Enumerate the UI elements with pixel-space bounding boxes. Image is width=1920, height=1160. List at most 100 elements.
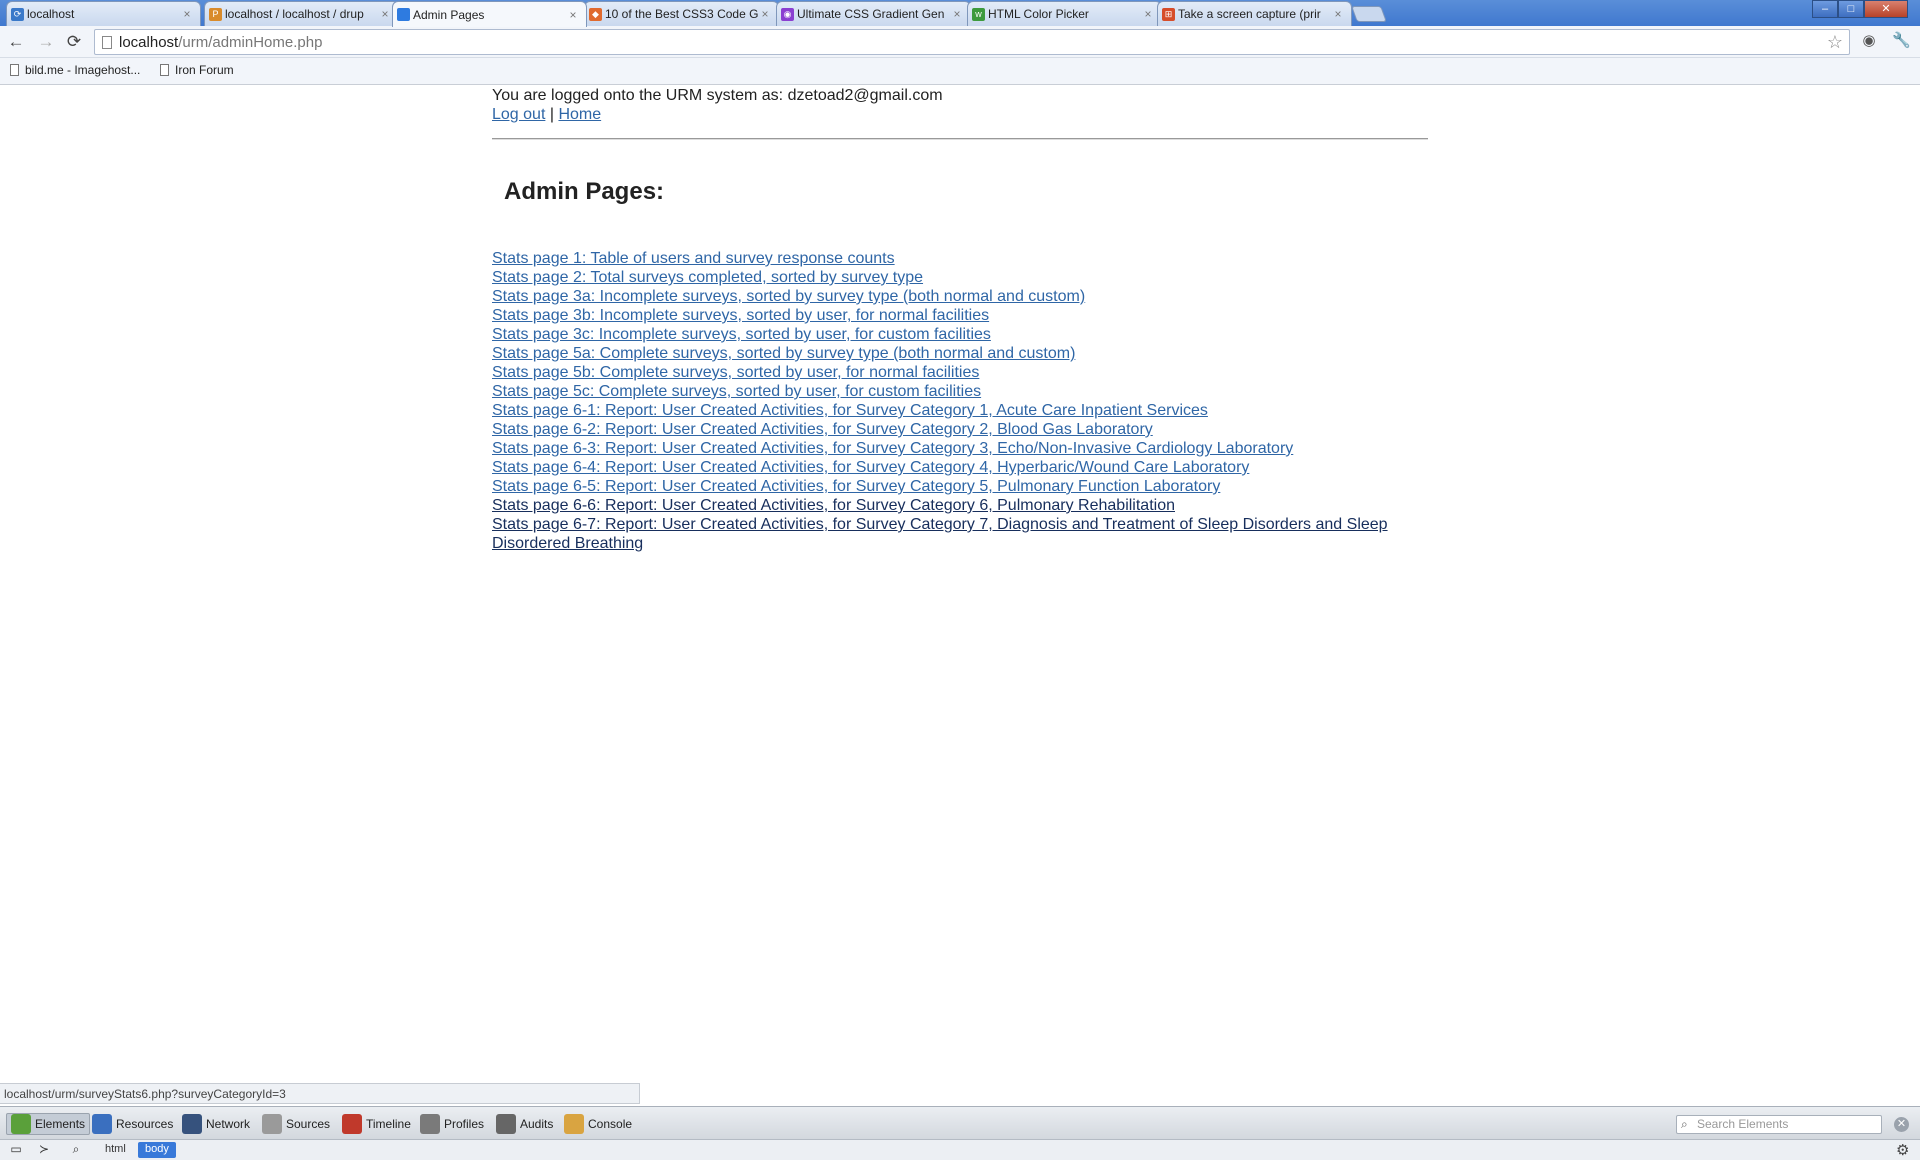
new-tab-button[interactable] xyxy=(1351,6,1387,22)
stats-page-link[interactable]: Stats page 3b: Incomplete surveys, sorte… xyxy=(492,307,989,324)
browser-tab[interactable]: ◉ Ultimate CSS Gradient Gen × xyxy=(776,1,971,26)
elements-panel-icon xyxy=(11,1114,31,1134)
stats-page-link[interactable]: Stats page 2: Total surveys completed, s… xyxy=(492,269,923,286)
browser-tab[interactable]: ⟳ localhost × xyxy=(6,1,201,26)
devtools-tab-label: Profiles xyxy=(444,1117,485,1131)
bookmark-iron-forum[interactable]: Iron Forum xyxy=(160,63,234,77)
tab-favicon-icon: w xyxy=(972,8,985,21)
url-host: localhost xyxy=(119,34,179,51)
breadcrumb-html[interactable]: html xyxy=(98,1142,133,1158)
login-status-text: You are logged onto the URM system as: d… xyxy=(492,87,943,104)
profiles-panel-icon xyxy=(420,1114,440,1134)
browser-tab[interactable]: Plocalhost / localhost / drup × xyxy=(204,1,399,26)
devtools-tab-elements[interactable]: Elements xyxy=(6,1113,91,1135)
list-item: Stats page 6-1: Report: User Created Act… xyxy=(492,401,1428,420)
tab-close-icon[interactable]: × xyxy=(378,7,392,21)
devtools-tab-label: Elements xyxy=(35,1117,86,1131)
stats-page-link[interactable]: Stats page 6-5: Report: User Created Act… xyxy=(492,478,1220,495)
list-item: Stats page 6-6: Report: User Created Act… xyxy=(492,496,1428,515)
devtools-tab-sources[interactable]: Sources xyxy=(258,1113,334,1135)
stats-page-link[interactable]: Stats page 5b: Complete surveys, sorted … xyxy=(492,364,979,381)
devtools-tab-label: Console xyxy=(588,1117,633,1131)
stats-page-link[interactable]: Stats page 6-3: Report: User Created Act… xyxy=(492,440,1293,457)
tab-title: Admin Pages xyxy=(413,7,485,22)
tab-close-icon[interactable]: × xyxy=(950,7,964,21)
devtools-tab-console[interactable]: Console xyxy=(560,1113,636,1135)
stats-page-link[interactable]: Stats page 5a: Complete surveys, sorted … xyxy=(492,345,1075,362)
bookmark-star-icon[interactable]: ☆ xyxy=(1827,32,1843,53)
home-link[interactable]: Home xyxy=(558,106,601,123)
link-separator: | xyxy=(549,106,554,123)
account-links: Log out | Home xyxy=(492,105,1428,124)
logout-link[interactable]: Log out xyxy=(492,106,545,123)
inspect-search-icon[interactable]: ⌕ xyxy=(68,1142,84,1158)
address-bar[interactable]: localhost/urm/adminHome.php ☆ xyxy=(94,29,1850,55)
close-devtools-icon[interactable]: ✕ xyxy=(1894,1117,1909,1132)
stats-page-link[interactable]: Stats page 5c: Complete surveys, sorted … xyxy=(492,383,981,400)
tab-close-icon[interactable]: × xyxy=(566,8,580,22)
list-item: Stats page 6-2: Report: User Created Act… xyxy=(492,420,1428,439)
devtools-tab-profiles[interactable]: Profiles xyxy=(416,1113,488,1135)
bookmark-label: bild.me - Imagehost... xyxy=(25,63,141,77)
stats-page-link[interactable]: Stats page 6-4: Report: User Created Act… xyxy=(492,459,1249,476)
devtools-tab-label: Network xyxy=(206,1117,251,1131)
page-title: Admin Pages: xyxy=(504,178,665,205)
forward-button[interactable]: → xyxy=(36,32,56,52)
tab-title: Take a screen capture (prir xyxy=(1178,7,1321,21)
wrench-menu-icon[interactable]: 🔧 xyxy=(1892,32,1911,50)
stats-page-link[interactable]: Stats page 6-1: Report: User Created Act… xyxy=(492,402,1208,419)
search-icon: ⌕ xyxy=(1681,1117,1688,1131)
devtools-tab-network[interactable]: Network xyxy=(178,1113,254,1135)
tab-close-icon[interactable]: × xyxy=(758,7,772,21)
link-status-bubble: localhost/urm/surveyStats6.php?surveyCat… xyxy=(0,1083,640,1104)
page-icon xyxy=(102,36,112,49)
url-path: /urm/adminHome.php xyxy=(178,34,323,51)
stats-page-link[interactable]: Stats page 6-6: Report: User Created Act… xyxy=(492,497,1175,514)
list-item: Stats page 6-3: Report: User Created Act… xyxy=(492,439,1428,458)
maximize-window-button[interactable]: □ xyxy=(1838,0,1864,18)
tab-favicon-icon xyxy=(397,8,410,21)
browser-tab[interactable]: w HTML Color Picker × xyxy=(967,1,1162,26)
tab-close-icon[interactable]: × xyxy=(180,7,194,21)
browser-tab[interactable]: Admin Pages × xyxy=(392,1,587,27)
dock-icon[interactable]: ▭ xyxy=(8,1142,24,1158)
bookmark-label: Iron Forum xyxy=(175,63,234,77)
back-button[interactable]: ← xyxy=(6,32,26,52)
devtools-tab-label: Timeline xyxy=(366,1117,411,1131)
stats-page-link[interactable]: Stats page 6-7: Report: User Created Act… xyxy=(492,516,1388,552)
tab-title: HTML Color Picker xyxy=(988,7,1089,21)
timeline-panel-icon xyxy=(342,1114,362,1134)
search-elements-input[interactable]: ⌕ Search Elements xyxy=(1676,1115,1882,1134)
tab-title: localhost / localhost / drup xyxy=(225,7,364,21)
list-item: Stats page 2: Total surveys completed, s… xyxy=(492,268,1428,287)
tab-favicon-icon: ⊞ xyxy=(1162,8,1175,21)
stats-page-link[interactable]: Stats page 1: Table of users and survey … xyxy=(492,250,895,267)
tab-close-icon[interactable]: × xyxy=(1141,7,1155,21)
devtools-status-bar: ▭ ≻ ⌕ html body ⚙ xyxy=(0,1139,1920,1160)
browser-tab[interactable]: ⊞ Take a screen capture (prir × xyxy=(1157,1,1352,26)
resources-panel-icon xyxy=(92,1114,112,1134)
stats-page-link[interactable]: Stats page 3a: Incomplete surveys, sorte… xyxy=(492,288,1085,305)
devtools-tab-audits[interactable]: Audits xyxy=(492,1113,557,1135)
bookmark-bildme[interactable]: bild.me - Imagehost... xyxy=(10,63,140,77)
sources-panel-icon xyxy=(262,1114,282,1134)
devtools-tab-label: Sources xyxy=(286,1117,331,1131)
devtools-tab-timeline[interactable]: Timeline xyxy=(338,1113,415,1135)
devtools-toolbar: Elements Resources Network Sources Timeline P… xyxy=(0,1106,1920,1139)
settings-gear-icon[interactable]: ⚙ xyxy=(1896,1141,1909,1159)
minimize-window-button[interactable]: – xyxy=(1812,0,1838,18)
reload-button[interactable]: ⟳ xyxy=(64,32,84,52)
stats-page-link[interactable]: Stats page 3c: Incomplete surveys, sorte… xyxy=(492,326,991,343)
tab-favicon-icon: ◆ xyxy=(589,8,602,21)
breadcrumb-body[interactable]: body xyxy=(138,1142,176,1158)
tab-favicon-icon: ◉ xyxy=(781,8,794,21)
browser-tab[interactable]: ◆ 10 of the Best CSS3 Code G × xyxy=(584,1,779,26)
devtools-tab-resources[interactable]: Resources xyxy=(88,1113,177,1135)
close-window-button[interactable]: ✕ xyxy=(1864,0,1908,18)
eye-extension-icon[interactable]: ◉ xyxy=(1860,32,1878,50)
stats-page-link[interactable]: Stats page 6-2: Report: User Created Act… xyxy=(492,421,1153,438)
tab-favicon-icon: ⟳ xyxy=(11,8,24,21)
tab-close-icon[interactable]: × xyxy=(1331,7,1345,21)
console-drawer-icon[interactable]: ≻ xyxy=(36,1142,52,1158)
address-url[interactable]: localhost/urm/adminHome.php xyxy=(119,34,322,51)
